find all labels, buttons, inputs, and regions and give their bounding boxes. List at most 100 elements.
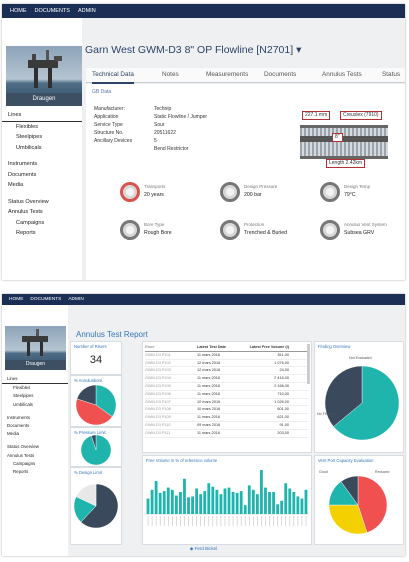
sidebar-item-status-overview[interactable]: Status Overview: [2, 197, 82, 208]
tab-annulus-tests[interactable]: Annulus Tests: [322, 68, 362, 82]
sidebar-item-instruments-2[interactable]: Instruments: [2, 414, 68, 422]
valve-icon: [320, 220, 340, 240]
free-volume-bar[interactable]: [199, 494, 203, 514]
sidebar-item-annulus-tests[interactable]: Annulus Tests: [2, 207, 82, 218]
free-volume-bar[interactable]: [150, 489, 154, 514]
sidebar-item-lines-2[interactable]: Lines: [2, 375, 68, 385]
tab-measurements[interactable]: Measurements: [206, 68, 248, 82]
column-header[interactable]: Latest Test Date: [197, 344, 247, 351]
column-header[interactable]: Latest Free Volume (l): [247, 344, 289, 351]
free-volume-bar[interactable]: [174, 495, 178, 514]
free-volume-bar[interactable]: [203, 491, 207, 514]
free-volume-bar[interactable]: [247, 485, 251, 514]
free-volume-bar[interactable]: [166, 487, 170, 514]
free-volume-bar[interactable]: [300, 498, 304, 514]
nav-home[interactable]: HOME: [10, 4, 27, 18]
free-volume-bar[interactable]: [195, 488, 199, 514]
free-volume-bar[interactable]: [304, 489, 308, 514]
free-volume-bar[interactable]: [296, 496, 300, 514]
od-tag: 227.1 mm: [302, 111, 331, 120]
risers-count-title: Number of Risers: [74, 344, 107, 349]
sidebar-item-lines[interactable]: Lines: [2, 110, 82, 122]
free-volume-bar[interactable]: [284, 483, 288, 514]
sidebar-item-steelpipes-2[interactable]: Steelpipes: [2, 392, 68, 400]
property-transports: Transports 20 years: [120, 180, 200, 210]
free-volume-bar[interactable]: [191, 496, 194, 514]
sidebar-item-reports-2[interactable]: Reports: [2, 468, 68, 476]
free-volume-bar[interactable]: [260, 470, 263, 514]
sidebar-item-steelpipes[interactable]: Steelpipes: [2, 132, 82, 143]
tab-documents[interactable]: Documents: [264, 68, 296, 82]
free-volume-bar[interactable]: [162, 491, 166, 514]
free-volume-bar[interactable]: [235, 492, 239, 514]
sidebar-item-reports[interactable]: Reports: [2, 228, 82, 239]
free-volume-bar[interactable]: [239, 491, 243, 514]
free-volume-bar[interactable]: [255, 494, 259, 514]
table-row[interactable]: GWM-D3 P104 11 mars 2016 2 416,00: [145, 375, 309, 383]
free-volume-bar[interactable]: [243, 505, 247, 514]
nav-admin[interactable]: ADMIN: [78, 4, 96, 18]
free-volume-bar[interactable]: [211, 486, 215, 514]
sidebar-item-campaigns[interactable]: Campaigns: [2, 218, 82, 229]
table-row[interactable]: GWM-D3 P108 10 mars 2016 601,00: [145, 406, 309, 415]
sidebar-item-instruments[interactable]: Instruments: [2, 159, 82, 170]
nav-home-2[interactable]: HOME: [9, 294, 23, 305]
free-volume-bar[interactable]: [280, 500, 284, 514]
free-volume-bar[interactable]: [158, 492, 162, 514]
tab-technical-data[interactable]: Technical Data: [92, 68, 134, 84]
free-volume-bar[interactable]: [276, 504, 280, 514]
free-volume-bar[interactable]: [292, 492, 296, 514]
sidebar-item-documents[interactable]: Documents: [2, 170, 82, 181]
x-tick-label-placeholder: [289, 516, 291, 526]
free-volume-bar[interactable]: [179, 492, 182, 514]
free-volume-bar[interactable]: [154, 481, 158, 514]
nav-admin-2[interactable]: ADMIN: [68, 294, 83, 305]
table-row[interactable]: GWM-D3 P103 12 mars 2016 24,00: [145, 367, 309, 376]
sidebar-item-status-overview-2[interactable]: Status Overview: [2, 443, 68, 451]
free-volume-bar[interactable]: [227, 487, 231, 514]
table-row[interactable]: GWM-D3 P106 11 mars 2016 710,00: [145, 391, 309, 399]
free-volume-bar[interactable]: [268, 492, 271, 514]
free-volume-bar[interactable]: [272, 492, 275, 514]
x-tick-label-placeholder: [293, 516, 295, 526]
table-row[interactable]: GWM-D3 P101 11 mars 2016 811,00: [145, 352, 309, 360]
free-volume-bar[interactable]: [207, 483, 211, 514]
table-cell-riser: GWM-D3 P110: [145, 422, 171, 427]
free-volume-bar[interactable]: [170, 489, 174, 514]
free-volume-bar[interactable]: [187, 497, 190, 514]
table-row[interactable]: GWM-D3 P105 11 mars 2016 2 166,00: [145, 383, 309, 391]
free-volume-bar[interactable]: [251, 489, 255, 514]
brand-icon: ◆: [189, 546, 194, 551]
tab-status[interactable]: Status: [382, 68, 400, 82]
nav-documents-2[interactable]: DOCUMENTS: [30, 294, 61, 305]
sidebar-item-flexibles[interactable]: Flexibles: [2, 122, 82, 133]
annulusbore-pie: [76, 385, 116, 425]
free-volume-bar[interactable]: [183, 478, 186, 514]
table-scrollbar[interactable]: [307, 344, 310, 384]
free-volume-bar[interactable]: [231, 492, 235, 514]
sidebar-item-annulus-tests-2[interactable]: Annulus Tests: [2, 452, 68, 460]
sidebar-item-flexibles-2[interactable]: Flexibles: [2, 384, 68, 392]
free-volume-bar[interactable]: [223, 488, 227, 514]
x-tick-label-placeholder: [176, 516, 177, 526]
free-volume-bar[interactable]: [288, 488, 292, 514]
table-row[interactable]: GWM-D3 P109 11 mars 2016 621,00: [145, 414, 309, 422]
sidebar-item-umbilicals[interactable]: Umbilicals: [2, 143, 82, 154]
free-volume-bar[interactable]: [215, 489, 219, 514]
table-row[interactable]: GWM-D3 P107 10 mars 2016 1 026,00: [145, 399, 309, 407]
nav-documents[interactable]: DOCUMENTS: [35, 4, 70, 18]
table-row[interactable]: GWM-D3 P102 12 mars 2016 1 076,00: [145, 360, 309, 368]
tab-notes[interactable]: Notes: [162, 68, 179, 82]
table-row[interactable]: GWM-D3 P110 09 mars 2016 91,00: [145, 422, 309, 430]
sidebar-item-documents-2[interactable]: Documents: [2, 422, 68, 430]
table-row[interactable]: GWM-D3 P111 11 mars 2016 203,00: [145, 430, 309, 438]
sidebar-item-umbilicals-2[interactable]: Umbilicals: [2, 401, 68, 409]
free-volume-bar[interactable]: [219, 494, 223, 514]
free-volume-bar[interactable]: [146, 498, 150, 514]
column-header[interactable]: Riser: [145, 344, 197, 351]
free-volume-bar[interactable]: [264, 487, 267, 514]
caret-down-icon[interactable]: ▾: [296, 44, 301, 56]
sidebar-item-media-2[interactable]: Media: [2, 430, 68, 438]
sidebar-item-campaigns-2[interactable]: Campaigns: [2, 460, 68, 468]
sidebar-item-media[interactable]: Media: [2, 180, 82, 191]
